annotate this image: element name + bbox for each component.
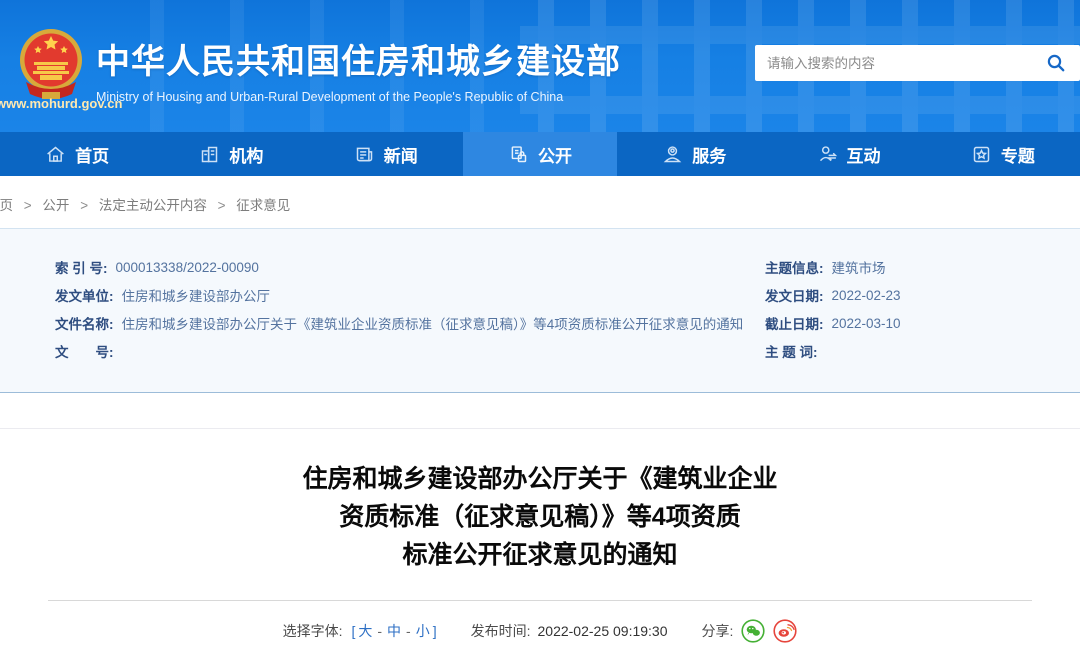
meta-label: 文 号:: [55, 345, 114, 360]
breadcrumb-disclosure[interactable]: 公开: [42, 198, 69, 213]
article: 住房和城乡建设部办公厅关于《建筑业企业 资质标准（征求意见稿）》等4项资质 标准…: [0, 429, 1080, 651]
publish-time-label: 发布时间:: [470, 623, 531, 639]
meta-column-left: 索 引 号: 000013338/2022-00090 发文单位: 住房和城乡建…: [55, 253, 743, 365]
dash: -: [406, 623, 411, 639]
star-topics-icon: [973, 146, 990, 162]
meta-column-right: 主题信息: 建筑市场 发文日期: 2022-02-23 截止日期: 2022-0…: [765, 253, 1065, 365]
bracket: ]: [432, 623, 437, 639]
main-nav: 首页 机构 新闻 公开 服务 互动 专题: [0, 132, 1080, 176]
meta-label: 主 题 词:: [765, 345, 818, 360]
meta-label: 主题信息:: [765, 261, 824, 276]
home-icon: [47, 146, 64, 162]
nav-item-interaction[interactable]: 互动: [771, 132, 925, 176]
meta-row-document-name: 文件名称: 住房和城乡建设部办公厅关于《建筑业企业资质标准（征求意见稿）》等4项…: [55, 309, 743, 337]
section-divider: [0, 393, 1080, 429]
nav-item-home[interactable]: 首页: [0, 132, 154, 176]
font-size-large-link[interactable]: 大: [358, 621, 372, 641]
meta-row-issue-date: 发文日期: 2022-02-23: [765, 281, 1065, 309]
breadcrumb-separator: >: [23, 198, 32, 213]
site-title-block: 中华人民共和国住房和城乡建设部 Ministry of Housing and …: [96, 24, 621, 104]
font-select-label: 选择字体:: [282, 623, 343, 639]
nav-label: 公开: [537, 146, 572, 166]
building-icon: [202, 146, 218, 162]
nav-label: 首页: [75, 146, 110, 166]
bracket: [: [351, 623, 356, 639]
meta-label: 文件名称:: [55, 317, 114, 332]
meta-row-keywords: 主 题 词:: [765, 337, 1065, 365]
share-label: 分享:: [701, 623, 734, 639]
search-button[interactable]: [1044, 51, 1068, 75]
breadcrumb: 首页 > 公开 > 法定主动公开内容 > 征求意见: [0, 176, 1080, 228]
document-meta-panel: 索 引 号: 000013338/2022-00090 发文单位: 住房和城乡建…: [0, 228, 1080, 393]
article-toolbar: 选择字体: [ 大 - 中 - 小 ] 发布时间: 2022-02-25 09:…: [0, 601, 1080, 651]
site-title: 中华人民共和国住房和城乡建设部: [96, 43, 621, 81]
nav-item-news[interactable]: 新闻: [309, 132, 463, 176]
meta-row-issuing-unit: 发文单位: 住房和城乡建设部办公厅: [55, 281, 725, 309]
site-url: www.mohurd.gov.cn: [0, 96, 123, 111]
nav-label: 机构: [229, 146, 264, 166]
meta-value: 2022-02-23: [831, 287, 901, 303]
nav-label: 互动: [846, 146, 881, 166]
breadcrumb-statutory-content[interactable]: 法定主动公开内容: [99, 198, 207, 213]
nav-item-disclosure[interactable]: 公开: [462, 132, 618, 176]
wechat-share-icon[interactable]: [741, 619, 765, 643]
publish-time: 发布时间: 2022-02-25 09:19:30: [471, 621, 668, 641]
nav-item-org[interactable]: 机构: [154, 132, 308, 176]
meta-label: 发文日期:: [765, 289, 824, 304]
font-size-small-link[interactable]: 小: [416, 621, 430, 641]
meta-row-topic-info: 主题信息: 建筑市场: [765, 253, 1065, 281]
search-icon: [1047, 54, 1065, 72]
meta-value: 住房和城乡建设部办公厅关于《建筑业企业资质标准（征求意见稿）》等4项资质标准公开…: [121, 317, 744, 332]
search-input[interactable]: [767, 55, 1044, 71]
share-group: 分享:: [702, 619, 798, 643]
article-title-line: 标准公开征求意见的通知: [402, 541, 678, 569]
breadcrumb-home[interactable]: 首页: [0, 198, 13, 213]
nav-label: 专题: [1000, 146, 1035, 166]
font-size-medium-link[interactable]: 中: [387, 621, 401, 641]
service-person-icon: [663, 145, 682, 162]
search-box: [755, 45, 1080, 81]
meta-label: 索 引 号:: [55, 261, 108, 276]
meta-value: 建筑市场: [831, 261, 886, 276]
article-title: 住房和城乡建设部办公厅关于《建筑业企业 资质标准（征求意见稿）》等4项资质 标准…: [0, 429, 1080, 574]
nav-label: 服务: [692, 146, 727, 166]
meta-value: 000013338/2022-00090: [115, 259, 259, 275]
nav-item-service[interactable]: 服务: [617, 132, 771, 176]
breadcrumb-separator: >: [217, 198, 226, 213]
meta-value: 2022-03-10: [831, 315, 901, 331]
meta-row-deadline-date: 截止日期: 2022-03-10: [765, 309, 1065, 337]
weibo-share-icon[interactable]: [773, 619, 797, 643]
nav-label: 新闻: [383, 146, 418, 166]
site-subtitle: Ministry of Housing and Urban-Rural Deve…: [96, 90, 564, 104]
font-size-selector: 选择字体: [ 大 - 中 - 小 ]: [283, 621, 437, 641]
meta-label: 发文单位:: [55, 289, 114, 304]
meta-value: 住房和城乡建设部办公厅: [121, 289, 271, 304]
article-title-line: 住房和城乡建设部办公厅关于《建筑业企业: [302, 465, 778, 493]
meta-label: 截止日期:: [765, 317, 824, 332]
meta-row-document-number: 文 号:: [55, 337, 725, 365]
breadcrumb-solicit-opinions[interactable]: 征求意见: [236, 198, 290, 213]
article-title-line: 资质标准（征求意见稿）》等4项资质: [339, 503, 741, 531]
newspaper-icon: [356, 147, 372, 161]
breadcrumb-separator: >: [80, 198, 89, 213]
site-logo[interactable]: 中华人民共和国住房和城乡建设部 Ministry of Housing and …: [18, 24, 621, 104]
national-emblem-icon: [20, 29, 82, 99]
meta-row-index-number: 索 引 号: 000013338/2022-00090: [55, 253, 725, 281]
publish-time-value: 2022-02-25 09:19:30: [537, 623, 668, 639]
disclosure-docs-icon: [511, 145, 527, 162]
nav-item-topics[interactable]: 专题: [926, 132, 1080, 176]
site-header: 中华人民共和国住房和城乡建设部 Ministry of Housing and …: [0, 0, 1080, 132]
dash: -: [377, 623, 383, 639]
interaction-icon: [819, 145, 837, 161]
